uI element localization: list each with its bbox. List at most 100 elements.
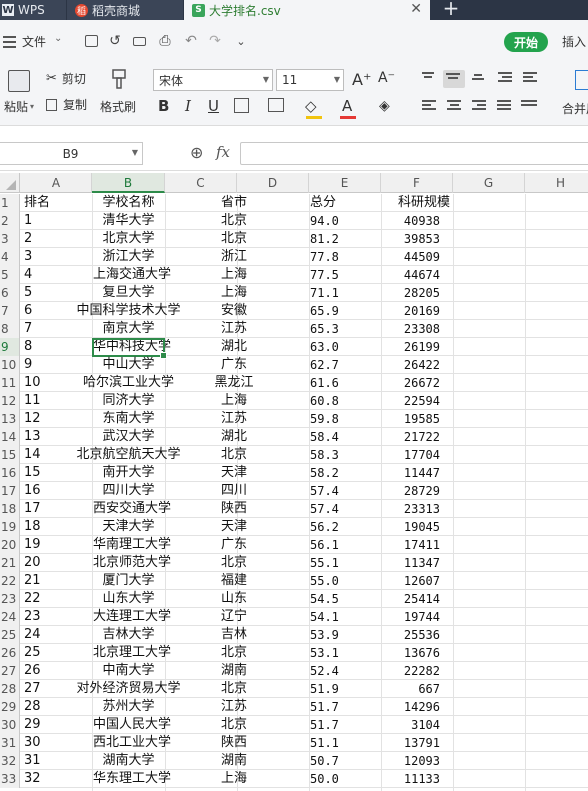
cell-province[interactable]: 上海 bbox=[200, 770, 268, 788]
row-header[interactable]: 21 bbox=[0, 554, 20, 572]
row-header[interactable]: 30 bbox=[0, 716, 20, 734]
cell-total-score[interactable]: 54.5 bbox=[310, 590, 339, 608]
row-header[interactable]: 3 bbox=[0, 230, 20, 248]
cell-province[interactable]: 陕西 bbox=[200, 500, 268, 518]
cell-total-score[interactable]: 71.1 bbox=[310, 284, 339, 302]
cell-total-score[interactable]: 54.1 bbox=[310, 608, 339, 626]
align-right-icon[interactable] bbox=[472, 100, 488, 112]
row-header[interactable]: 17 bbox=[0, 482, 20, 500]
cell-province[interactable]: 广东 bbox=[200, 356, 268, 374]
cell-research-scale[interactable]: 26422 bbox=[380, 356, 440, 374]
cell-total-score[interactable]: 53.1 bbox=[310, 644, 339, 662]
fill-color-icon[interactable]: ◇ bbox=[305, 97, 317, 115]
cell-research-scale[interactable]: 28205 bbox=[380, 284, 440, 302]
cell-research-scale[interactable]: 26672 bbox=[380, 374, 440, 392]
spreadsheet-grid[interactable]: A B C D E F G H 1 排名 学校名称 省市 总分 科研规模 2 1… bbox=[0, 173, 588, 791]
cell-total-score[interactable]: 52.4 bbox=[310, 662, 339, 680]
column-header-e[interactable]: E bbox=[309, 173, 381, 193]
cell-research-scale[interactable]: 19585 bbox=[380, 410, 440, 428]
row-header[interactable]: 5 bbox=[0, 266, 20, 284]
cell-total-score[interactable]: 51.7 bbox=[310, 716, 339, 734]
customize-toolbar-icon[interactable]: ⌄ bbox=[232, 32, 250, 50]
cell-school-name[interactable]: 华东理工大学 bbox=[93, 770, 171, 788]
cell-total-score[interactable]: 51.7 bbox=[310, 698, 339, 716]
cell-province[interactable]: 天津 bbox=[200, 518, 268, 536]
cell-research-scale[interactable]: 17704 bbox=[380, 446, 440, 464]
italic-button[interactable]: I bbox=[185, 97, 191, 115]
insert-function-button[interactable]: fx bbox=[216, 143, 230, 161]
row-header[interactable]: 32 bbox=[0, 752, 20, 770]
cell-school-name[interactable]: 中国人民大学 bbox=[93, 716, 171, 734]
cell-school-name[interactable]: 中山大学 bbox=[93, 356, 164, 374]
row-header[interactable]: 14 bbox=[0, 428, 20, 446]
cell-total-score[interactable]: 56.1 bbox=[310, 536, 339, 554]
cell-rank[interactable]: 16 bbox=[24, 482, 41, 500]
cell-school-name[interactable]: 中南大学 bbox=[93, 662, 164, 680]
row-header[interactable]: 29 bbox=[0, 698, 20, 716]
undo-icon[interactable]: ↶ bbox=[182, 32, 200, 50]
cell-school-name[interactable]: 同济大学 bbox=[93, 392, 164, 410]
font-color-button[interactable]: A bbox=[342, 97, 352, 115]
cell-school-name[interactable]: 北京航空航天大学 bbox=[40, 446, 217, 464]
bold-button[interactable]: B bbox=[158, 97, 169, 115]
cell-research-scale[interactable]: 25414 bbox=[380, 590, 440, 608]
cell-school-name[interactable]: 东南大学 bbox=[93, 410, 164, 428]
row-header[interactable]: 12 bbox=[0, 392, 20, 410]
cell-school-name[interactable]: 大连理工大学 bbox=[93, 608, 171, 626]
row-header[interactable]: 9 bbox=[0, 338, 20, 356]
tab-docer-store[interactable]: 稻 稻壳商城 bbox=[67, 0, 183, 20]
cell-rank[interactable]: 31 bbox=[24, 752, 41, 770]
row-header[interactable]: 24 bbox=[0, 608, 20, 626]
header-rank[interactable]: 排名 bbox=[24, 194, 50, 212]
header-school-name[interactable]: 学校名称 bbox=[93, 194, 164, 212]
cell-province[interactable]: 江苏 bbox=[200, 410, 268, 428]
cell-school-name[interactable]: 南京大学 bbox=[93, 320, 164, 338]
cell-rank[interactable]: 15 bbox=[24, 464, 41, 482]
cell-rank[interactable]: 17 bbox=[24, 500, 41, 518]
cell-total-score[interactable]: 81.2 bbox=[310, 230, 339, 248]
paste-icon[interactable] bbox=[8, 70, 30, 92]
cell-total-score[interactable]: 60.8 bbox=[310, 392, 339, 410]
merge-cells-icon[interactable] bbox=[575, 70, 588, 90]
cell-school-name[interactable]: 天津大学 bbox=[93, 518, 164, 536]
font-name-select[interactable]: 宋体 ▼ bbox=[153, 69, 273, 91]
cell-total-score[interactable]: 57.4 bbox=[310, 500, 339, 518]
row-header[interactable]: 18 bbox=[0, 500, 20, 518]
print-icon[interactable] bbox=[130, 32, 148, 50]
row-header[interactable]: 4 bbox=[0, 248, 20, 266]
column-header-d[interactable]: D bbox=[237, 173, 309, 193]
cell-total-score[interactable]: 62.7 bbox=[310, 356, 339, 374]
redo-icon[interactable]: ↷ bbox=[206, 32, 224, 50]
cell-province[interactable]: 黑龙江 bbox=[200, 374, 268, 392]
cell-rank[interactable]: 26 bbox=[24, 662, 41, 680]
cell-total-score[interactable]: 57.4 bbox=[310, 482, 339, 500]
row-header[interactable]: 15 bbox=[0, 446, 20, 464]
column-header-h[interactable]: H bbox=[525, 173, 588, 193]
cell-rank[interactable]: 18 bbox=[24, 518, 41, 536]
paste-button[interactable]: 粘贴 ▾ bbox=[4, 98, 34, 115]
close-tab-icon[interactable]: ✕ bbox=[410, 1, 422, 17]
row-header[interactable]: 25 bbox=[0, 626, 20, 644]
cell-rank[interactable]: 12 bbox=[24, 410, 41, 428]
cell-rank[interactable]: 32 bbox=[24, 770, 41, 788]
decrease-font-size-button[interactable]: A⁻ bbox=[378, 70, 395, 86]
cell-school-name[interactable]: 中国科学技术大学 bbox=[40, 302, 217, 320]
cell-total-score[interactable]: 51.1 bbox=[310, 734, 339, 752]
cell-province[interactable]: 安徽 bbox=[200, 302, 268, 320]
cell-province[interactable]: 上海 bbox=[200, 266, 268, 284]
cell-total-score[interactable]: 55.1 bbox=[310, 554, 339, 572]
decrease-indent-icon[interactable] bbox=[498, 72, 514, 84]
tab-csv-document[interactable]: S 大学排名.csv ✕ bbox=[184, 0, 430, 20]
cell-province[interactable]: 吉林 bbox=[200, 626, 268, 644]
cell-province[interactable]: 湖北 bbox=[200, 338, 268, 356]
cell-research-scale[interactable]: 26199 bbox=[380, 338, 440, 356]
cell-total-score[interactable]: 94.0 bbox=[310, 212, 339, 230]
cell-province[interactable]: 山东 bbox=[200, 590, 268, 608]
cut-button[interactable]: ✂ 剪切 bbox=[46, 70, 86, 87]
cell-province[interactable]: 北京 bbox=[200, 680, 268, 698]
tab-start[interactable]: 开始 bbox=[504, 32, 548, 52]
cell-total-score[interactable]: 65.9 bbox=[310, 302, 339, 320]
cell-research-scale[interactable]: 23313 bbox=[380, 500, 440, 518]
cell-rank[interactable]: 23 bbox=[24, 608, 41, 626]
cell-rank[interactable]: 30 bbox=[24, 734, 41, 752]
